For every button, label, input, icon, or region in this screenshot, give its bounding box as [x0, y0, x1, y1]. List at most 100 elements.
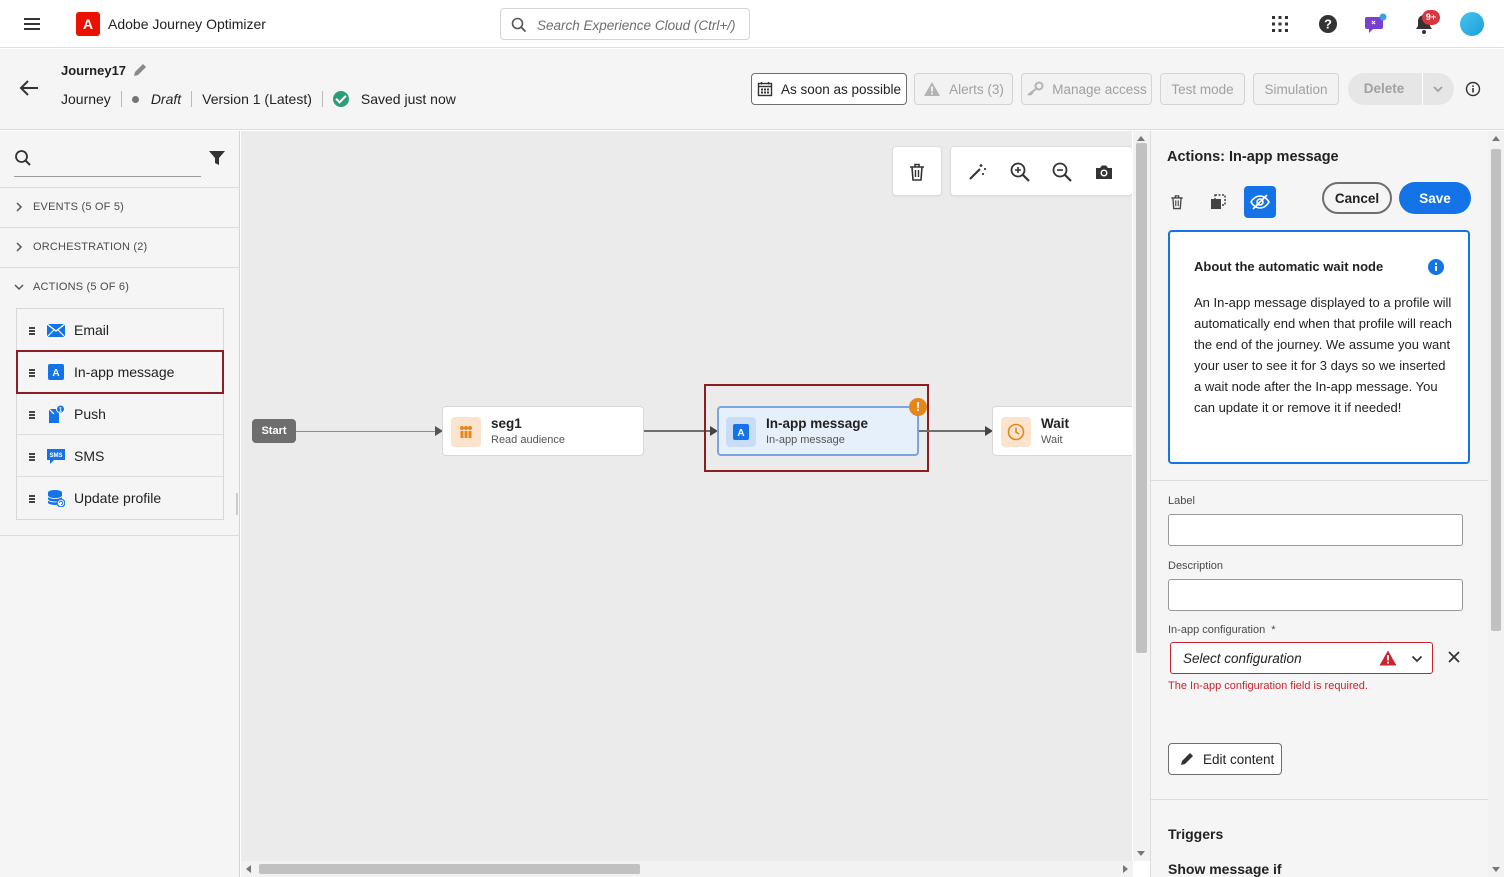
- test-mode-button[interactable]: Test mode: [1160, 73, 1245, 105]
- saved-status: Saved just now: [360, 91, 456, 107]
- node-subtitle: Wait: [1041, 434, 1063, 446]
- config-field-label-text: In-app configuration: [1168, 624, 1266, 636]
- info-icon[interactable]: [1428, 259, 1444, 275]
- node-title: seg1: [491, 416, 522, 431]
- search-box[interactable]: [500, 8, 750, 40]
- action-label: Email: [74, 322, 110, 338]
- scroll-down-arrow-icon[interactable]: [1137, 851, 1145, 856]
- schedule-label: As soon as possible: [780, 81, 902, 97]
- back-arrow-icon[interactable]: [18, 78, 40, 101]
- node-read-audience[interactable]: seg1 Read audience: [442, 406, 644, 456]
- action-label: Push: [74, 406, 106, 422]
- description-input[interactable]: [1168, 579, 1463, 611]
- trash-icon[interactable]: [906, 161, 928, 183]
- cancel-button[interactable]: Cancel: [1322, 182, 1392, 214]
- canvas-vertical-scrollbar[interactable]: [1133, 131, 1150, 861]
- schedule-button[interactable]: As soon as possible: [751, 73, 907, 105]
- drag-handle-icon[interactable]: [29, 453, 35, 462]
- sms-icon: SMS: [47, 449, 65, 464]
- hide-visibility-off-icon[interactable]: [1244, 186, 1276, 218]
- drag-handle-icon[interactable]: [29, 369, 35, 378]
- start-node[interactable]: Start: [252, 419, 296, 443]
- simulation-button[interactable]: Simulation: [1253, 73, 1339, 105]
- duplicate-copy-icon[interactable]: [1202, 186, 1234, 218]
- help-icon[interactable]: ?: [1316, 12, 1340, 36]
- edit-content-label: Edit content: [1203, 751, 1275, 767]
- canvas-horizontal-scrollbar[interactable]: [241, 861, 1133, 877]
- notifications-badge: 9+: [1422, 10, 1440, 25]
- journey-version[interactable]: Version 1 (Latest): [202, 91, 312, 107]
- edit-name-pencil-icon[interactable]: [131, 61, 149, 82]
- action-config-panel: Actions: In-app message Cancel Save Abou…: [1150, 131, 1488, 877]
- save-button[interactable]: Save: [1399, 182, 1471, 214]
- saved-check-icon: [332, 91, 349, 107]
- panel-vertical-scrollbar[interactable]: [1488, 131, 1504, 877]
- alerts-button[interactable]: Alerts (3): [914, 73, 1013, 105]
- hamburger-menu-icon[interactable]: [22, 15, 42, 33]
- delete-label[interactable]: Delete: [1348, 81, 1420, 96]
- edit-content-button[interactable]: Edit content: [1168, 743, 1282, 775]
- manage-access-button[interactable]: Manage access: [1021, 73, 1152, 105]
- user-avatar[interactable]: [1460, 12, 1484, 36]
- in-app-configuration-select[interactable]: Select configuration: [1170, 642, 1433, 674]
- drag-handle-icon[interactable]: [29, 495, 35, 504]
- apps-grid-icon[interactable]: [1268, 12, 1292, 36]
- scrollbar-thumb[interactable]: [1136, 143, 1147, 653]
- info-icon[interactable]: [1465, 81, 1481, 100]
- adobe-logo[interactable]: A: [76, 12, 100, 36]
- feedback-chat-icon[interactable]: [1364, 12, 1388, 36]
- svg-text:A: A: [737, 428, 744, 439]
- node-in-app-message[interactable]: A In-app message In-app message: [717, 406, 919, 456]
- manage-access-label: Manage access: [1052, 81, 1147, 97]
- palette-search[interactable]: [14, 143, 201, 177]
- node-subtitle: In-app message: [766, 434, 845, 446]
- scrollbar-thumb[interactable]: [1491, 149, 1501, 631]
- journey-canvas[interactable]: Start seg1 Read audience A In-app messag…: [241, 131, 1132, 861]
- section-orchestration-label: ORCHESTRATION (2): [33, 241, 148, 253]
- section-actions[interactable]: ACTIONS (5 OF 6): [14, 281, 129, 293]
- pencil-icon: [1181, 753, 1193, 765]
- chevron-down-icon[interactable]: [1432, 83, 1444, 95]
- app-title[interactable]: Adobe Journey Optimizer: [108, 16, 266, 32]
- panel-title: Actions: In-app message: [1167, 149, 1339, 165]
- scroll-right-arrow-icon[interactable]: [1123, 865, 1128, 873]
- delete-action-trash-icon[interactable]: [1161, 186, 1193, 218]
- config-error-message: The In-app configuration field is requir…: [1168, 680, 1368, 692]
- camera-screenshot-icon[interactable]: [1093, 161, 1115, 183]
- warning-badge-icon[interactable]: !: [909, 398, 927, 416]
- connector-line: [296, 431, 436, 432]
- chevron-down-icon[interactable]: [1411, 653, 1423, 665]
- action-label: SMS: [74, 448, 105, 464]
- drag-handle-icon[interactable]: [29, 411, 35, 420]
- action-item-in-app-message[interactable]: A In-app message: [16, 350, 224, 394]
- scroll-left-arrow-icon[interactable]: [246, 865, 251, 873]
- search-input[interactable]: [537, 15, 742, 35]
- scroll-down-arrow-icon[interactable]: [1492, 867, 1500, 872]
- action-item-sms[interactable]: SMS SMS: [17, 435, 223, 477]
- zoom-in-icon[interactable]: [1009, 161, 1031, 183]
- clock-icon: [1001, 417, 1031, 447]
- connector-line: [644, 430, 712, 432]
- action-item-email[interactable]: Email: [17, 309, 223, 351]
- divider: [1151, 799, 1488, 800]
- action-item-update-profile[interactable]: Update profile: [17, 477, 223, 519]
- audience-icon: [451, 417, 481, 447]
- divider: [0, 267, 240, 268]
- drag-handle-icon[interactable]: [29, 327, 35, 336]
- scroll-up-arrow-icon[interactable]: [1492, 136, 1500, 141]
- scrollbar-thumb[interactable]: [259, 864, 640, 874]
- zoom-out-icon[interactable]: [1051, 161, 1073, 183]
- delete-button-group[interactable]: Delete: [1348, 73, 1454, 105]
- node-wait[interactable]: Wait Wait: [992, 406, 1132, 456]
- filter-funnel-icon[interactable]: [208, 149, 226, 170]
- divider: [1422, 73, 1423, 105]
- label-input[interactable]: [1168, 514, 1463, 546]
- action-item-push[interactable]: 1 Push: [17, 393, 223, 435]
- section-orchestration[interactable]: ORCHESTRATION (2): [14, 241, 147, 253]
- info-box-body: An In-app message displayed to a profile…: [1194, 295, 1452, 415]
- magic-wand-icon[interactable]: [966, 161, 988, 183]
- section-events[interactable]: EVENTS (5 OF 5): [14, 201, 124, 213]
- clear-x-icon[interactable]: [1447, 650, 1461, 664]
- node-title: In-app message: [766, 416, 869, 431]
- scroll-up-arrow-icon[interactable]: [1137, 136, 1145, 141]
